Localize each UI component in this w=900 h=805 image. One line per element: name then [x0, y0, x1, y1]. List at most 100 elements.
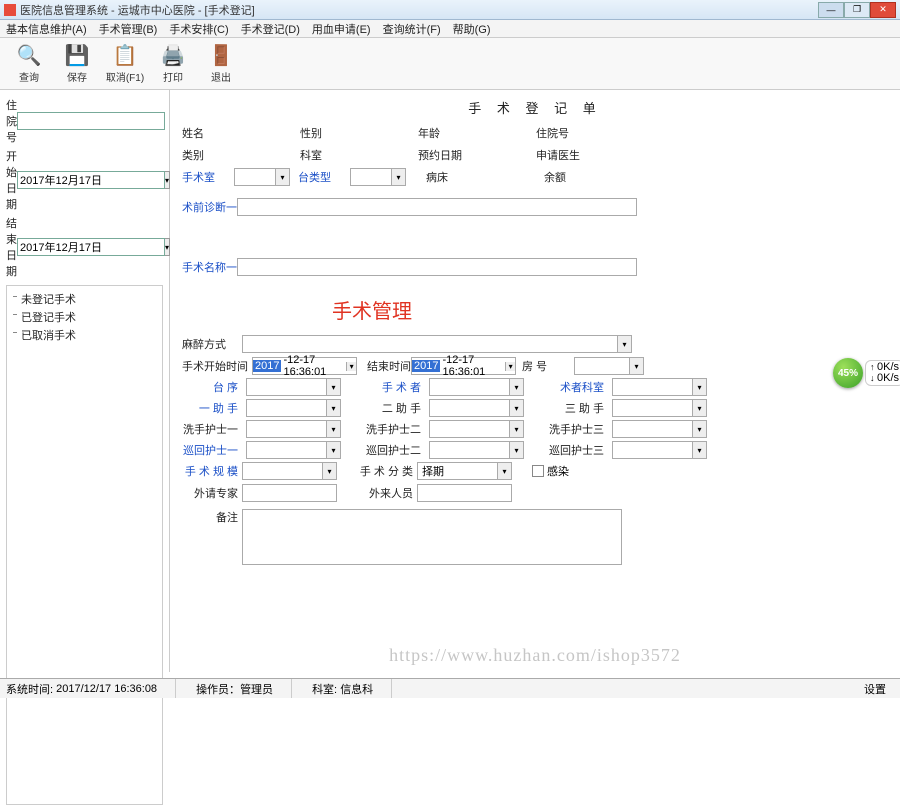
room-select[interactable]: ▾ [234, 168, 290, 186]
lbl-n1: 洗手护士一 [182, 421, 242, 437]
speed-badge: 45% ↑ 0K/s↓ 0K/s [833, 358, 900, 388]
lbl-c2: 巡回护士二 [365, 442, 425, 458]
lbl-tai: 台 序 [182, 379, 242, 395]
n3-select[interactable]: ▾ [612, 420, 707, 438]
roomno-select[interactable]: ▾ [574, 357, 644, 375]
window-title: 医院信息管理系统 - 运城市中心医院 - [手术登记] [20, 2, 818, 18]
opname-input[interactable] [237, 258, 637, 276]
anest-select[interactable]: ▾ [242, 335, 632, 353]
lbl-name: 姓名 [182, 125, 234, 141]
print-icon: 🖨️ [161, 43, 185, 67]
menu-help[interactable]: 帮助(G) [453, 21, 491, 37]
close-button[interactable]: ✕ [870, 2, 896, 18]
maximize-button[interactable]: ❐ [844, 2, 870, 18]
lbl-n3: 洗手护士三 [548, 421, 608, 437]
extern-input[interactable] [417, 484, 512, 502]
menu-surgery-arrange[interactable]: 手术安排(C) [169, 21, 228, 37]
exit-button[interactable]: 🚪退出 [198, 40, 244, 88]
lbl-opname: 手术名称一 [182, 259, 237, 275]
lbl-doc: 申请医生 [536, 147, 588, 163]
a1-select[interactable]: ▾ [246, 399, 341, 417]
percent-badge[interactable]: 45% [833, 358, 863, 388]
menu-basic[interactable]: 基本信息维护(A) [6, 21, 87, 37]
status-op: 管理员 [240, 681, 273, 697]
lbl-c1: 巡回护士一 [182, 442, 242, 458]
form-title: 手 术 登 记 单 [182, 98, 888, 117]
status-time-label: 系统时间: [6, 681, 53, 697]
titlebar: 医院信息管理系统 - 运城市中心医院 - [手术登记] — ❐ ✕ [0, 0, 900, 20]
status-time: 2017/12/17 16:36:08 [56, 683, 157, 695]
class-select[interactable]: 择期▾ [417, 462, 512, 480]
lbl-class: 手 术 分 类 [357, 463, 417, 479]
surgeon-select[interactable]: ▾ [429, 378, 524, 396]
lbl-room: 手术室 [182, 169, 234, 185]
lbl-expert: 外请专家 [182, 485, 242, 501]
a2-select[interactable]: ▾ [429, 399, 524, 417]
menu-blood[interactable]: 用血申请(E) [312, 21, 371, 37]
start-date-input[interactable] [17, 171, 165, 189]
infect-checkbox[interactable] [532, 465, 544, 477]
n1-select[interactable]: ▾ [246, 420, 341, 438]
scale-select[interactable]: ▾ [242, 462, 337, 480]
lbl-a3: 三 助 手 [548, 400, 608, 416]
start-date-label: 开始日期 [6, 148, 17, 212]
c3-select[interactable]: ▾ [612, 441, 707, 459]
endtime-picker[interactable]: 2017-12-17 16:36:01▾ [411, 357, 516, 375]
tree-registered[interactable]: 已登记手术 [11, 308, 158, 326]
lbl-dept: 科室 [300, 147, 352, 163]
search-icon: 🔍 [17, 43, 41, 67]
tabletype-select[interactable]: ▾ [350, 168, 406, 186]
lbl-starttime: 手术开始时间 [182, 358, 252, 374]
expert-input[interactable] [242, 484, 337, 502]
lbl-sex: 性别 [300, 125, 352, 141]
starttime-picker[interactable]: 2017-12-17 16:36:01▾ [252, 357, 357, 375]
cancel-button[interactable]: 📋取消(F1) [102, 40, 148, 88]
save-button[interactable]: 💾保存 [54, 40, 100, 88]
surgdept-select[interactable]: ▾ [612, 378, 707, 396]
lbl-age: 年龄 [418, 125, 470, 141]
content: 手 术 登 记 单 姓名 性别 年龄 住院号 类别 科室 预约日期 申请医生 手… [170, 90, 900, 672]
tree-cancelled[interactable]: 已取消手术 [11, 326, 158, 344]
print-button[interactable]: 🖨️打印 [150, 40, 196, 88]
end-date-input[interactable] [17, 238, 165, 256]
c2-select[interactable]: ▾ [429, 441, 524, 459]
save-icon: 💾 [65, 43, 89, 67]
section-title: 手术管理 [332, 295, 888, 324]
lbl-c3: 巡回护士三 [548, 442, 608, 458]
search-button[interactable]: 🔍查询 [6, 40, 52, 88]
preop-input[interactable] [237, 198, 637, 216]
remark-input[interactable] [242, 509, 622, 565]
cancel-icon: 📋 [113, 43, 137, 67]
lbl-apptdate: 预约日期 [418, 147, 470, 163]
tai-select[interactable]: ▾ [246, 378, 341, 396]
lbl-roomno: 房 号 [522, 358, 574, 374]
menu-surgery-register[interactable]: 手术登记(D) [241, 21, 300, 37]
lbl-remark: 备注 [182, 509, 242, 525]
status-settings[interactable]: 设置 [864, 681, 894, 697]
lbl-balance: 余额 [544, 169, 596, 185]
lbl-hospno: 住院号 [536, 125, 588, 141]
menu-query[interactable]: 查询统计(F) [383, 21, 441, 37]
hospno-input[interactable] [17, 112, 165, 130]
tree: 未登记手术 已登记手术 已取消手术 [6, 285, 163, 805]
minimize-button[interactable]: — [818, 2, 844, 18]
lbl-tabletype: 台类型 [298, 169, 350, 185]
sidebar: 住院号 开始日期▾ 结束日期▾ 未登记手术 已登记手术 已取消手术 [0, 90, 170, 672]
hospno-label: 住院号 [6, 97, 17, 145]
lbl-cat: 类别 [182, 147, 234, 163]
n2-select[interactable]: ▾ [429, 420, 524, 438]
lbl-a1: 一 助 手 [182, 400, 242, 416]
c1-select[interactable]: ▾ [246, 441, 341, 459]
a3-select[interactable]: ▾ [612, 399, 707, 417]
lbl-infect: 感染 [547, 463, 569, 479]
lbl-surgeon: 手 术 者 [365, 379, 425, 395]
exit-icon: 🚪 [209, 43, 233, 67]
lbl-n2: 洗手护士二 [365, 421, 425, 437]
menubar: 基本信息维护(A) 手术管理(B) 手术安排(C) 手术登记(D) 用血申请(E… [0, 20, 900, 38]
lbl-a2: 二 助 手 [365, 400, 425, 416]
status-dept: 信息科 [340, 681, 373, 697]
lbl-scale: 手 术 规 模 [182, 463, 242, 479]
tree-unregistered[interactable]: 未登记手术 [11, 290, 158, 308]
speed-readout: ↑ 0K/s↓ 0K/s [865, 360, 900, 386]
menu-surgery-mgmt[interactable]: 手术管理(B) [99, 21, 158, 37]
